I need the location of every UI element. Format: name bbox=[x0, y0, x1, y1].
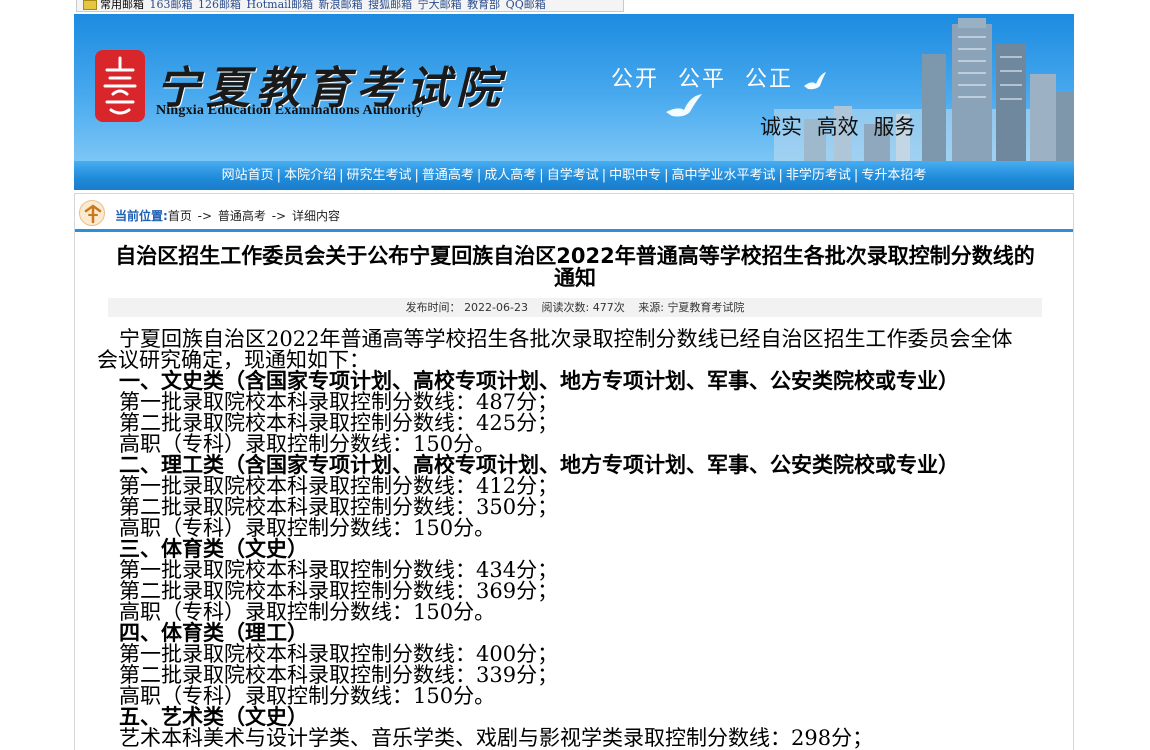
location-pin-icon bbox=[79, 200, 105, 226]
breadcrumb: 当前位置:首页 -> 普通高考 -> 详细内容 bbox=[75, 194, 1073, 232]
source-info: 来源: 宁夏教育考试院 bbox=[638, 301, 744, 314]
site-subtitle: Ningxia Education Examinations Authority bbox=[156, 103, 424, 118]
section-heading: 四、体育类（理工） bbox=[119, 621, 308, 645]
mail-folder-icon bbox=[83, 0, 97, 10]
dove-small-icon bbox=[804, 72, 826, 90]
breadcrumb-trail: 当前位置:首页 -> 普通高考 -> 详细内容 bbox=[115, 207, 340, 224]
score-line: 第一批录取院校本科录取控制分数线：487分； bbox=[119, 390, 559, 414]
source-label: 来源: bbox=[638, 301, 664, 314]
score-line: 第二批录取院校本科录取控制分数线：425分； bbox=[119, 411, 559, 435]
main-nav: 网站首页 | 本院介绍 | 研究生考试 | 普通高考 | 成人高考 | 自学考试 | 中职中专 | 高中学业… bbox=[74, 161, 1074, 190]
mail-links-bar: 常用邮箱 163邮箱 126邮箱 Hotmail邮箱 新浪邮箱 搜狐邮箱 宁大邮… bbox=[76, 0, 624, 12]
mail-link-126[interactable]: 126邮箱 bbox=[198, 0, 241, 11]
breadcrumb-home[interactable]: 首页 bbox=[168, 209, 192, 223]
score-line: 第一批录取院校本科录取控制分数线：412分； bbox=[119, 474, 559, 498]
publish-date: 2022-06-23 bbox=[464, 301, 528, 314]
mail-link-sina[interactable]: 新浪邮箱 bbox=[319, 0, 363, 11]
score-line: 第二批录取院校本科录取控制分数线：369分； bbox=[119, 579, 559, 603]
score-line: 高职（专科）录取控制分数线：150分。 bbox=[119, 600, 496, 624]
seal-mark-icon bbox=[103, 56, 137, 115]
breadcrumb-gaokao[interactable]: 普通高考 bbox=[218, 209, 266, 223]
mail-link-moe[interactable]: 教育部 bbox=[467, 0, 500, 11]
site-banner: 宁夏教育考试院 Ningxia Education Examinations A… bbox=[74, 14, 1074, 161]
source-name: 宁夏教育考试院 bbox=[667, 301, 745, 314]
nav-graduate-exam[interactable]: 研究生考试 bbox=[346, 168, 411, 183]
breadcrumb-label: 当前位置: bbox=[115, 209, 168, 223]
score-line: 第二批录取院校本科录取控制分数线：350分； bbox=[119, 495, 559, 519]
nav-non-degree-exam[interactable]: 非学历考试 bbox=[786, 168, 851, 183]
article-title: 自治区招生工作委员会关于公布宁夏回族自治区2022年普通高等学校招生各批次录取控… bbox=[95, 245, 1055, 289]
nav-self-study-exam[interactable]: 自学考试 bbox=[547, 168, 599, 183]
section-heading: 三、体育类（文史） bbox=[119, 537, 308, 561]
score-line: 高职（专科）录取控制分数线：150分。 bbox=[119, 432, 496, 456]
section-heading: 一、文史类（含国家专项计划、高校专项计划、地方专项计划、军事、公安类院校或专业） bbox=[119, 369, 959, 393]
nav-academic-level-test[interactable]: 高中学业水平考试 bbox=[672, 168, 776, 183]
score-line: 高职（专科）录取控制分数线：150分。 bbox=[119, 516, 496, 540]
section-heading: 二、理工类（含国家专项计划、高校专项计划、地方专项计划、军事、公安类院校或专业） bbox=[119, 453, 959, 477]
score-line: 第一批录取院校本科录取控制分数线：434分； bbox=[119, 558, 559, 582]
mail-link-hotmail[interactable]: Hotmail邮箱 bbox=[247, 0, 314, 11]
nav-gaokao[interactable]: 普通高考 bbox=[422, 168, 474, 183]
breadcrumb-current: 详细内容 bbox=[291, 209, 340, 223]
nav-vocational[interactable]: 中职中专 bbox=[609, 168, 661, 183]
nav-about[interactable]: 本院介绍 bbox=[284, 168, 336, 183]
mail-link-163[interactable]: 163邮箱 bbox=[150, 0, 193, 11]
motto-service: 诚实 高效 服务 bbox=[760, 115, 916, 139]
nav-adult-exam[interactable]: 成人高考 bbox=[484, 168, 536, 183]
intro-line: 宁夏回族自治区2022年普通高等学校招生各批次录取控制分数线已经自治区招生工作委… bbox=[119, 327, 1013, 351]
authority-seal-logo bbox=[95, 50, 145, 122]
mail-link-nxu[interactable]: 宁大邮箱 bbox=[418, 0, 462, 11]
publish-label: 发布时间： bbox=[405, 301, 461, 314]
mail-link-qq[interactable]: QQ邮箱 bbox=[506, 0, 546, 11]
score-line: 高职（专科）录取控制分数线：150分。 bbox=[119, 684, 496, 708]
article-title-line1: 自治区招生工作委员会关于公布宁夏回族自治区2022年普通高等学校招生各批次录取控… bbox=[115, 244, 1035, 268]
mail-links-label: 常用邮箱 bbox=[100, 0, 144, 11]
breadcrumb-separator: -> bbox=[271, 209, 287, 223]
breadcrumb-separator: -> bbox=[197, 209, 213, 223]
score-line: 第一批录取院校本科录取控制分数线：400分； bbox=[119, 642, 559, 666]
article-meta: 发布时间： 2022-06-23 阅读次数: 477次 来源: 宁夏教育考试院 bbox=[108, 298, 1042, 317]
score-line: 艺术本科美术与设计学类、音乐学类、戏剧与影视学类录取控制分数线：298分； bbox=[119, 726, 874, 750]
views-label: 阅读次数: bbox=[541, 301, 590, 314]
views-info: 阅读次数: 477次 bbox=[542, 301, 625, 314]
nav-upgrade-exam[interactable]: 专升本招考 bbox=[861, 168, 926, 183]
views-count: 477次 bbox=[592, 301, 625, 314]
mail-link-sohu[interactable]: 搜狐邮箱 bbox=[368, 0, 412, 11]
score-line: 第二批录取院校本科录取控制分数线：339分； bbox=[119, 663, 559, 687]
motto-fair: 公开 公平 公正 bbox=[611, 67, 793, 92]
content-panel: 当前位置:首页 -> 普通高考 -> 详细内容 自治区招生工作委员会关于公布宁夏… bbox=[74, 193, 1074, 750]
article-body: 宁夏回族自治区2022年普通高等学校招生各批次录取控制分数线已经自治区招生工作委… bbox=[97, 329, 1057, 749]
section-heading: 五、艺术类（文史） bbox=[119, 705, 308, 729]
intro-line: 会议研究确定，现通知如下： bbox=[97, 348, 370, 372]
dove-icon bbox=[666, 94, 702, 117]
nav-home[interactable]: 网站首页 bbox=[222, 168, 274, 183]
article-title-line2: 通知 bbox=[554, 266, 596, 290]
publish-info: 发布时间： 2022-06-23 bbox=[406, 301, 528, 314]
